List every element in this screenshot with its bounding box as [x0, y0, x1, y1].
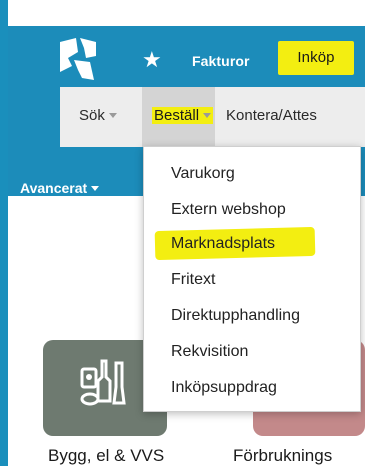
menu-item-fritext[interactable]: Fritext: [171, 271, 215, 289]
chevron-down-icon: [108, 113, 117, 118]
bestall-dropdown-menu: Varukorg Extern webshop Marknadsplats Fr…: [143, 146, 361, 412]
subnav-bestall[interactable]: Beställ: [142, 87, 215, 147]
menu-item-varukorg[interactable]: Varukorg: [171, 165, 235, 183]
subnav-kontera-attest[interactable]: Kontera/Attes: [226, 107, 317, 124]
nav-inkop[interactable]: Inköp: [278, 41, 354, 75]
header-top-strip: [8, 0, 365, 26]
company-logo[interactable]: [56, 36, 100, 82]
menu-item-direktupphandling[interactable]: Direktupphandling: [171, 307, 300, 325]
sub-navigation: Sök Beställ Kontera/Attes: [60, 87, 365, 147]
menu-item-inkopsuppdrag[interactable]: Inköpsuppdrag: [171, 379, 277, 397]
left-edge-bar: [0, 0, 8, 466]
menu-item-rekvisition[interactable]: Rekvisition: [171, 343, 248, 361]
menu-item-marknadsplats[interactable]: Marknadsplats: [171, 235, 275, 253]
chevron-down-icon: [91, 186, 100, 191]
tools-icon: [80, 359, 126, 406]
tile-label-forbrukning: Förbruknings: [233, 446, 333, 465]
subnav-bestall-label: Beställ: [152, 107, 214, 124]
advanced-menu[interactable]: Avancerat: [20, 180, 100, 196]
subnav-sok-label: Sök: [79, 107, 105, 124]
menu-item-extern-webshop[interactable]: Extern webshop: [171, 201, 286, 219]
favorites-star-icon[interactable]: ★: [142, 49, 162, 71]
nav-fakturor[interactable]: Fakturor: [192, 53, 250, 69]
subnav-sok[interactable]: Sök: [79, 107, 117, 124]
chevron-down-icon: [203, 113, 212, 118]
tile-label-bygg: Bygg, el & VVS: [48, 446, 165, 465]
